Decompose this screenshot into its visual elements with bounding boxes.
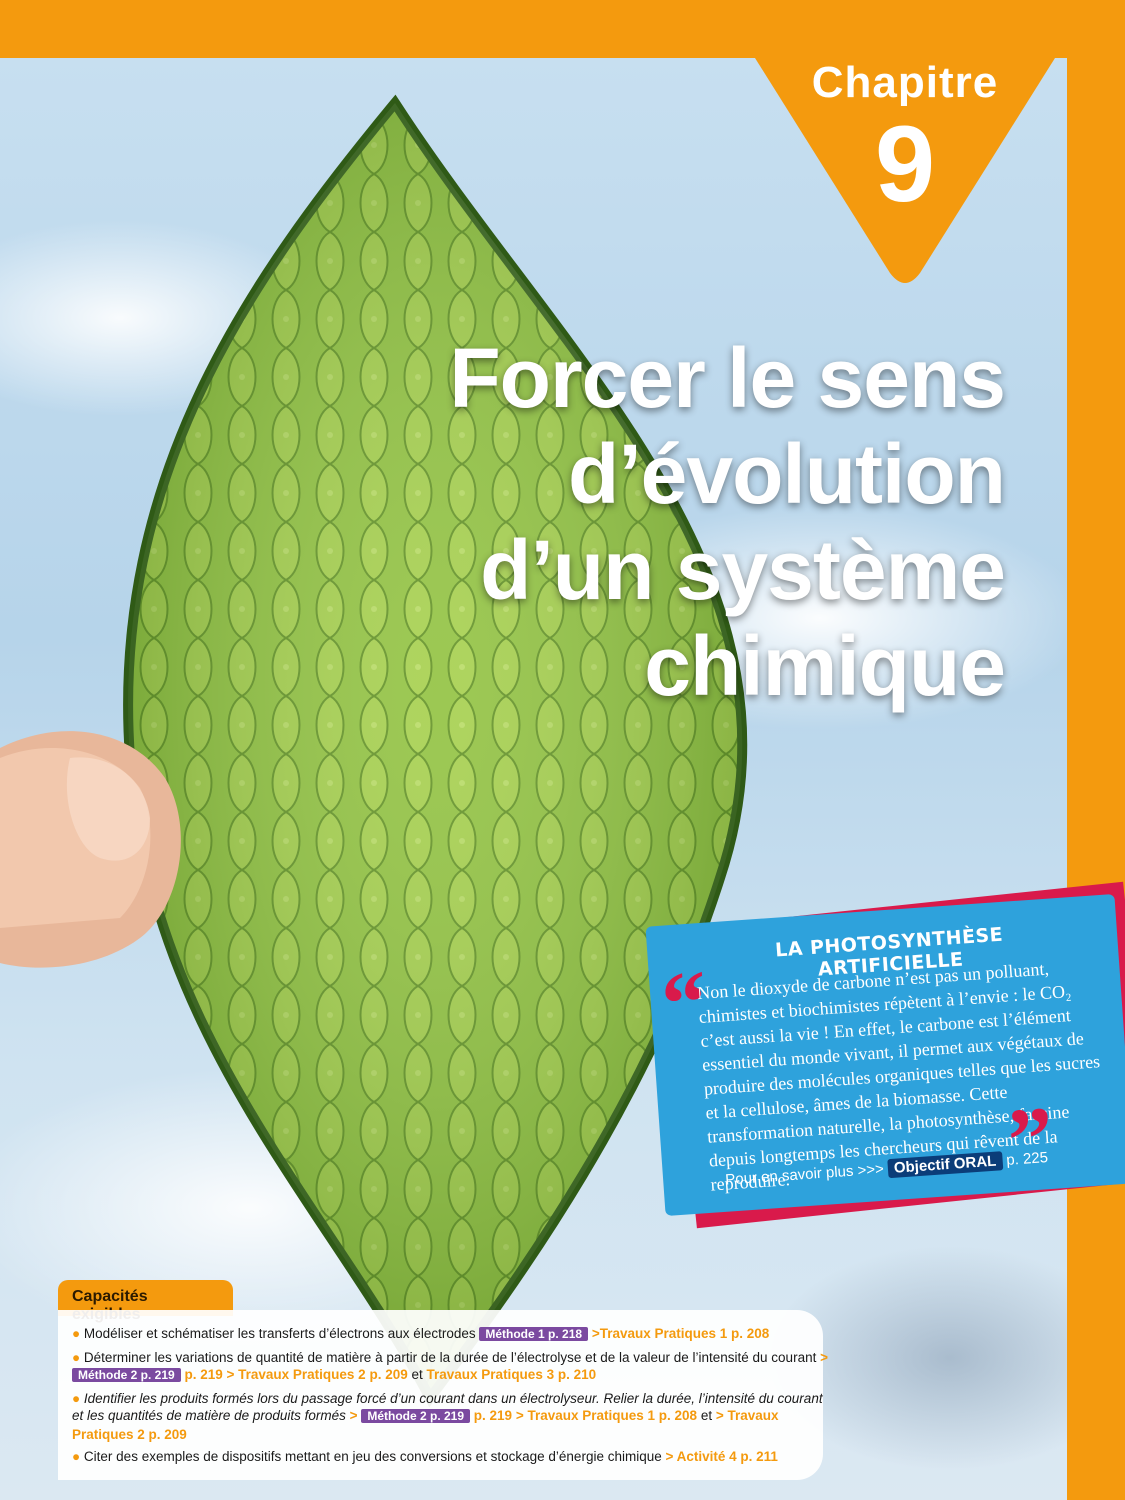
item-link[interactable]: > Activité 4 p. 211: [666, 1449, 778, 1464]
item-and: et: [411, 1367, 423, 1382]
chapter-label: Chapitre: [811, 58, 999, 107]
item-link[interactable]: p. 219 > Travaux Pratiques 1 p. 208: [474, 1408, 697, 1423]
method-badge[interactable]: Méthode 2 p. 219: [72, 1368, 181, 1382]
capacites-list: ● Modéliser et schématiser les transfert…: [72, 1325, 832, 1471]
item-link-prefix: >: [349, 1408, 358, 1423]
card-content: LA PHOTOSYNTHÈSE ARTIFICIELLE “ Non le d…: [652, 895, 1121, 1216]
item-link[interactable]: >Travaux Pratiques 1 p. 208: [592, 1326, 769, 1341]
page-title: Forcer le sens d’évolution d’un système …: [360, 330, 1006, 714]
frame-top: [0, 0, 1125, 58]
method-badge[interactable]: Méthode 1 p. 218: [479, 1327, 589, 1341]
item-text: Modéliser et schématiser les transferts …: [83, 1326, 476, 1341]
title-line: d’un système: [480, 523, 1006, 617]
title-line: d’évolution: [568, 427, 1006, 521]
title-line: chimique: [644, 619, 1006, 713]
list-item: ● Identifier les produits formés lors du…: [72, 1390, 832, 1444]
bullet-icon: ●: [72, 1349, 81, 1365]
more-page: p. 225: [1005, 1149, 1049, 1169]
list-item: ● Citer des exemples de dispositifs mett…: [72, 1448, 832, 1466]
item-text: Citer des exemples de dispositifs mettan…: [83, 1449, 662, 1464]
title-line: Forcer le sens: [449, 331, 1006, 425]
bullet-icon: ●: [72, 1449, 81, 1464]
item-link-prefix: >: [820, 1349, 828, 1365]
photosynthesis-card: LA PHOTOSYNTHÈSE ARTIFICIELLE “ Non le d…: [640, 880, 1125, 1229]
method-badge[interactable]: Méthode 2 p. 219: [361, 1409, 471, 1423]
list-item: ● Modéliser et schématiser les transfert…: [72, 1325, 832, 1344]
frame-right: [1067, 0, 1125, 1500]
item-link[interactable]: Travaux Pratiques 3 p. 210: [427, 1367, 597, 1382]
item-and: et: [700, 1408, 713, 1423]
chapter-number: 9: [874, 103, 936, 224]
item-link[interactable]: p. 219 > Travaux Pratiques 2 p. 209: [184, 1367, 407, 1382]
list-item: ● Déterminer les variations de quantité …: [72, 1349, 832, 1385]
bullet-icon: ●: [72, 1390, 81, 1406]
bullet-icon: ●: [72, 1326, 81, 1341]
close-quote-icon: ”: [1004, 1088, 1057, 1191]
item-text: Déterminer les variations de quantité de…: [83, 1349, 817, 1365]
